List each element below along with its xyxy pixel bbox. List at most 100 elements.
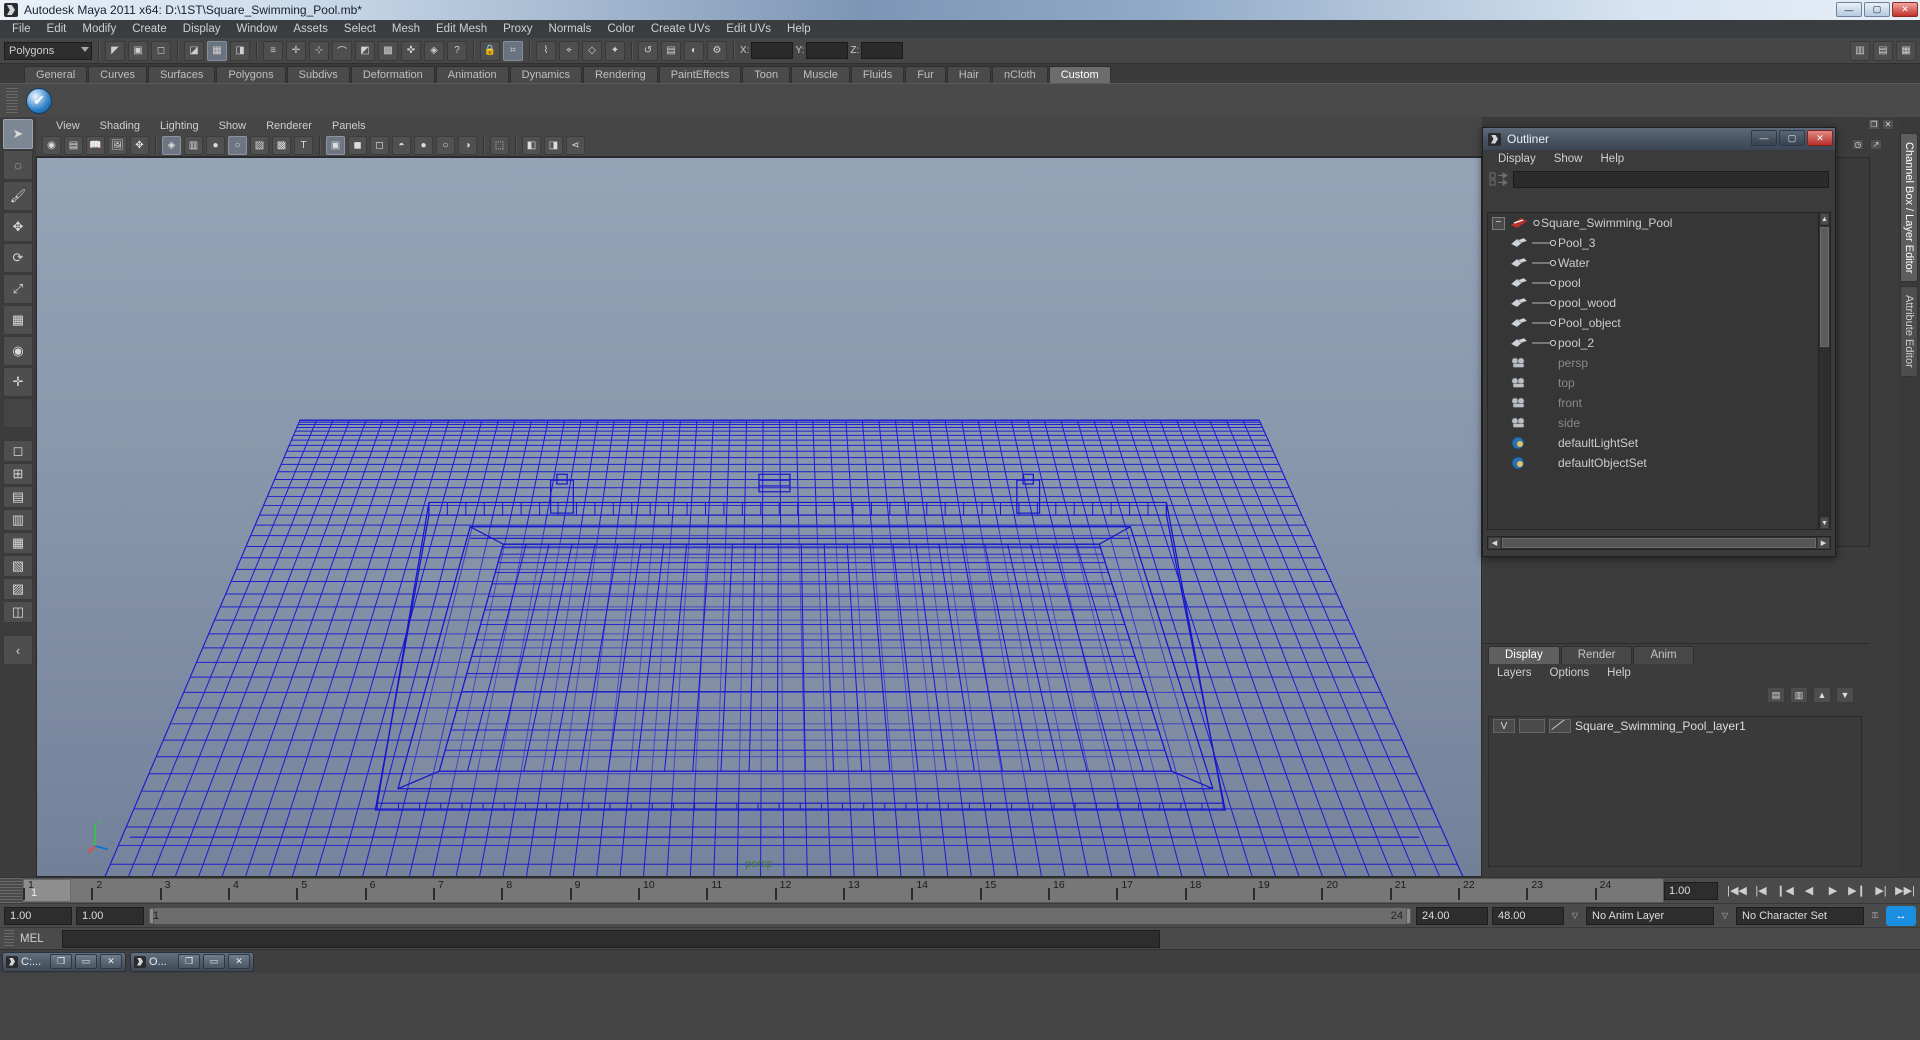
menu-display[interactable]: Display <box>175 20 229 38</box>
select-lines-icon[interactable]: ◨ <box>230 40 250 61</box>
paint-selection-tool-icon[interactable]: 🖌 <box>3 181 33 211</box>
menu-edit[interactable]: Edit <box>39 20 75 38</box>
step-back-key-icon[interactable]: |◀ <box>1750 881 1772 901</box>
resolution-gate-icon[interactable]: ● <box>206 136 225 155</box>
outliner-row-mesh[interactable]: Pool_object <box>1488 313 1830 333</box>
camera-attributes-icon[interactable]: ▤ <box>64 136 83 155</box>
move-layer-up-icon[interactable]: ▲ <box>1813 687 1831 703</box>
lasso-tool-icon[interactable]: ◌ <box>3 150 33 180</box>
render-current-frame-icon[interactable]: ▤ <box>661 40 681 61</box>
auto-keyframe-toggle-icon[interactable]: ↔ <box>1886 905 1916 926</box>
taskbar-maximize-icon[interactable]: ▭ <box>203 954 225 969</box>
snap-curve-icon[interactable]: ⌇ <box>536 40 556 61</box>
tab-attribute-editor[interactable]: Attribute Editor <box>1900 286 1918 378</box>
tab-anim[interactable]: Anim <box>1633 646 1694 664</box>
universal-manipulator-icon[interactable]: ▦ <box>3 305 33 335</box>
go-to-start-icon[interactable]: |◀◀ <box>1726 881 1748 901</box>
outliner-row-set[interactable]: defaultObjectSet <box>1488 453 1830 473</box>
menu-edit-mesh[interactable]: Edit Mesh <box>428 20 495 38</box>
outliner-title-bar[interactable]: Outliner — ▢ ✕ <box>1483 128 1835 150</box>
command-line-drag-handle[interactable] <box>4 929 14 948</box>
shelf-tab-muscle[interactable]: Muscle <box>791 66 850 83</box>
new-layer-from-selected-icon[interactable]: ▥ <box>1790 687 1808 703</box>
outliner-horizontal-scrollbar[interactable]: ◀ ▶ <box>1487 536 1831 550</box>
outliner-row-mesh[interactable]: pool_2 <box>1488 333 1830 353</box>
dock-restore-icon[interactable]: ❐ <box>1868 119 1880 130</box>
viewport-menu-view[interactable]: View <box>46 120 90 132</box>
step-forward-frame-icon[interactable]: ▶❙ <box>1846 881 1868 901</box>
show-manipulator-tool-icon[interactable]: ✛ <box>3 367 33 397</box>
outliner-row-mesh[interactable]: pool_wood <box>1488 293 1830 313</box>
scrollbar-thumb[interactable] <box>1820 227 1829 347</box>
taskbar-close-icon[interactable]: ✕ <box>100 954 122 969</box>
component-vertex-icon[interactable]: ✛ <box>286 40 306 61</box>
shelf-drag-handle[interactable] <box>6 88 18 114</box>
outliner-row-mesh[interactable]: Pool_3 <box>1488 233 1830 253</box>
rotate-tool-icon[interactable]: ⟳ <box>3 243 33 273</box>
xray-icon[interactable]: ▨ <box>250 136 269 155</box>
history-icon[interactable]: ↺ <box>638 40 658 61</box>
scale-tool-icon[interactable]: ⤢ <box>3 274 33 304</box>
show-hide-attribute-editor-icon[interactable]: ▤ <box>1873 40 1893 61</box>
range-slider[interactable]: 1 24 <box>148 906 1412 925</box>
outliner-row-root[interactable]: − Square_Swimming_Pool <box>1488 213 1830 233</box>
step-forward-key-icon[interactable]: ▶| <box>1870 881 1892 901</box>
lock-icon[interactable]: 🔒 <box>480 40 500 61</box>
animation-end-time-field[interactable]: 48.00 <box>1492 906 1564 925</box>
viewport-menu-shading[interactable]: Shading <box>90 120 150 132</box>
shelf-tab-dynamics[interactable]: Dynamics <box>509 66 582 83</box>
layout-persp-outliner-icon[interactable]: ▤ <box>3 486 33 508</box>
expand-collapse-icon[interactable] <box>1489 171 1509 187</box>
shelf-tab-painteffects[interactable]: PaintEffects <box>658 66 742 83</box>
tab-render[interactable]: Render <box>1560 646 1633 664</box>
menu-modify[interactable]: Modify <box>74 20 124 38</box>
select-by-hierarchy-icon[interactable]: ◤ <box>105 40 125 61</box>
snap-point-icon[interactable]: ⌖ <box>559 40 579 61</box>
command-language-label[interactable]: MEL <box>20 933 56 945</box>
scroll-left-icon[interactable]: ◀ <box>1488 537 1501 549</box>
layer-menu-layers[interactable]: Layers <box>1488 667 1541 679</box>
z-field[interactable] <box>861 42 904 59</box>
menu-edit-uvs[interactable]: Edit UVs <box>718 20 779 38</box>
outliner-row-camera[interactable]: side <box>1488 413 1830 433</box>
layer-visibility-toggle[interactable]: V <box>1493 719 1515 733</box>
command-input[interactable] <box>62 929 1160 948</box>
smooth-shade-all-icon[interactable]: ◼ <box>348 136 367 155</box>
outliner-menu-help[interactable]: Help <box>1592 153 1634 165</box>
outliner-vertical-scrollbar[interactable]: ▲ ▼ <box>1818 212 1831 530</box>
layer-playback-toggle[interactable] <box>1519 719 1545 733</box>
use-default-light-icon[interactable]: ○ <box>436 136 455 155</box>
shelf-tab-surfaces[interactable]: Surfaces <box>147 66 216 83</box>
tab-display[interactable]: Display <box>1488 646 1560 664</box>
layout-persp-graph-icon[interactable]: ▥ <box>3 509 33 531</box>
new-layer-icon[interactable]: ▤ <box>1767 687 1785 703</box>
outliner-menu-display[interactable]: Display <box>1489 153 1545 165</box>
animation-start-time-field[interactable]: 1.00 <box>4 906 72 925</box>
taskbar-close-icon[interactable]: ✕ <box>228 954 250 969</box>
chevron-down-icon[interactable]: ▽ <box>1568 907 1582 925</box>
shelf-tab-hair[interactable]: Hair <box>946 66 991 83</box>
maximize-button[interactable]: ▢ <box>1864 2 1890 17</box>
shelf-tab-custom[interactable]: Custom <box>1048 66 1111 83</box>
menu-proxy[interactable]: Proxy <box>495 20 540 38</box>
scroll-right-icon[interactable]: ▶ <box>1817 537 1830 549</box>
last-tool-used-icon[interactable] <box>3 398 33 428</box>
shelf-tab-rendering[interactable]: Rendering <box>582 66 658 83</box>
two-d-pan-zoom-icon[interactable]: ✥ <box>130 136 149 155</box>
toolbox-overflow-icon[interactable]: ‹ <box>3 635 33 665</box>
show-hide-tool-settings-icon[interactable]: ▦ <box>1896 40 1916 61</box>
component-hull-icon[interactable]: ▩ <box>378 40 398 61</box>
taskbar-restore-icon[interactable]: ❐ <box>50 954 72 969</box>
shelf-tab-fur[interactable]: Fur <box>905 66 946 83</box>
viewport-menu-show[interactable]: Show <box>209 120 257 132</box>
step-back-frame-icon[interactable]: ❙◀ <box>1774 881 1796 901</box>
perspective-viewport[interactable]: y x persp <box>36 157 1482 877</box>
shelf-tab-fluids[interactable]: Fluids <box>850 66 905 83</box>
play-backwards-icon[interactable]: ◀ <box>1798 881 1820 901</box>
shelf-tab-toon[interactable]: Toon <box>742 66 791 83</box>
x-field[interactable] <box>751 42 794 59</box>
component-pivot-icon[interactable]: ✜ <box>401 40 421 61</box>
soft-modification-tool-icon[interactable]: ◉ <box>3 336 33 366</box>
scroll-down-icon[interactable]: ▼ <box>1820 517 1829 529</box>
playback-start-time-field[interactable]: 1.00 <box>76 906 144 925</box>
